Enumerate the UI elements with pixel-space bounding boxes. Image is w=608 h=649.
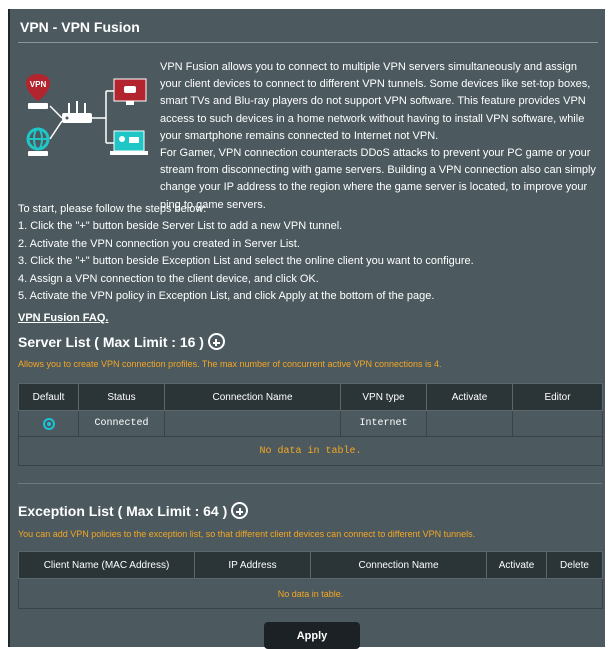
status-cell: Connected [78,410,165,437]
page-title: VPN - VPN Fusion [20,19,140,35]
column-header-connection-name: Connection Name [310,551,487,579]
exception-list-empty-message: No data in table. [18,578,603,609]
hero-vpn-label: VPN [30,80,47,89]
server-list-heading: Server List ( Max Limit : 16 ) [18,333,225,350]
router-icon [62,101,92,123]
column-header-connection-name: Connection Name [164,383,341,411]
server-list-title: Server List ( Max Limit : 16 ) [18,333,204,350]
exception-list-empty-row: No data in table. [18,578,603,609]
column-header-activate: Activate [486,551,547,579]
connection-name-cell [164,410,341,437]
table-row: Connected Internet [18,410,603,437]
server-list-empty-message: No data in table. [18,436,603,466]
apply-button[interactable]: Apply [264,622,360,649]
gaming-monitor-icon [113,78,147,105]
vpn-type-cell: Internet [340,410,427,437]
title-divider [18,42,598,43]
laptop-icon [110,130,148,155]
exception-list-note: You can add VPN policies to the exceptio… [18,529,476,539]
step-2: 2. Activate the VPN connection you creat… [18,237,300,250]
intro-paragraph-1: VPN Fusion allows you to connect to mult… [160,61,591,142]
column-header-client-name: Client Name (MAC Address) [18,551,195,579]
add-server-button[interactable] [207,333,225,350]
section-divider [18,483,602,484]
vpn-network-illustration: VPN [26,74,148,156]
column-header-activate: Activate [426,383,513,411]
step-5: 5. Activate the VPN policy in Exception … [18,290,435,303]
vpn-pin-icon: VPN [26,74,50,109]
column-header-delete: Delete [546,551,603,579]
globe-icon [26,127,50,156]
default-cell [18,410,79,437]
server-list-table: Default Status Connection Name VPN type … [18,383,603,466]
server-list-note: Allows you to create VPN connection prof… [18,359,442,369]
step-3: 3. Click the "+" button beside Exception… [18,255,474,268]
add-exception-button[interactable] [231,502,249,519]
step-1: 1. Click the "+" button beside Server Li… [18,220,343,233]
exception-list-table: Client Name (MAC Address) IP Address Con… [18,551,603,609]
exception-list-heading: Exception List ( Max Limit : 64 ) [18,502,249,519]
vpn-fusion-panel: VPN - VPN Fusion VPN VPN Fusion allows y… [8,9,605,649]
exception-list-title: Exception List ( Max Limit : 64 ) [18,502,228,519]
server-list-header-row: Default Status Connection Name VPN type … [18,383,603,411]
activate-cell [426,410,513,437]
default-radio[interactable] [42,417,55,430]
column-header-vpn-type: VPN type [340,383,427,411]
intro-text: VPN Fusion allows you to connect to mult… [160,59,600,214]
editor-cell [512,410,603,437]
column-header-ip-address: IP Address [194,551,311,579]
steps-list: To start, please follow the steps below:… [18,201,603,305]
vpn-fusion-faq-link[interactable]: VPN Fusion FAQ. [18,312,108,324]
exception-list-header-row: Client Name (MAC Address) IP Address Con… [18,551,603,579]
column-header-editor: Editor [512,383,603,411]
step-4: 4. Assign a VPN connection to the client… [18,272,319,285]
column-header-status: Status [78,383,165,411]
column-header-default: Default [18,383,79,411]
server-list-empty-row: No data in table. [18,436,603,466]
steps-intro: To start, please follow the steps below: [18,203,207,215]
